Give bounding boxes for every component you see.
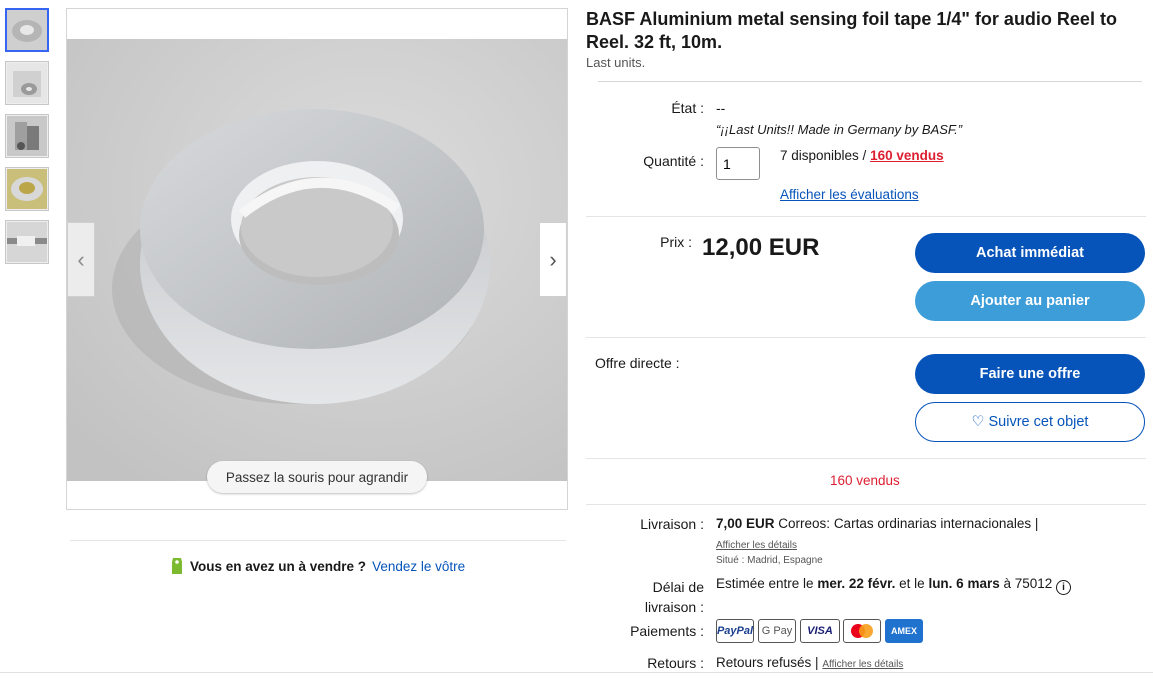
delivery-to: lun. 6 mars bbox=[928, 576, 1000, 591]
chevron-left-icon: ‹ bbox=[77, 246, 85, 272]
offer-label: Offre directe : bbox=[595, 355, 680, 371]
price-label: Prix : bbox=[660, 234, 692, 250]
watch-label: Suivre cet objet bbox=[988, 414, 1089, 430]
divider bbox=[586, 504, 1146, 505]
delivery-mid: et le bbox=[899, 576, 925, 591]
reviews-row: Afficher les évaluations bbox=[780, 187, 919, 202]
condition-label: État : bbox=[671, 100, 704, 116]
sold-link[interactable]: 160 vendus bbox=[870, 148, 944, 163]
thumbnail-strip bbox=[5, 8, 51, 273]
sell-question: Vous en avez un à vendre ? bbox=[190, 558, 367, 574]
available-count: 7 disponibles / bbox=[780, 148, 867, 163]
thumbnail-3[interactable] bbox=[5, 114, 49, 158]
divider bbox=[586, 337, 1146, 338]
delivery-suffix: à 75012 bbox=[1003, 576, 1053, 591]
returns-label: Retours : bbox=[647, 655, 704, 671]
returns-info: Retours refusés | Afficher les détails bbox=[716, 655, 903, 670]
watch-button[interactable]: ♡ Suivre cet objet bbox=[915, 402, 1145, 442]
reviews-link[interactable]: Afficher les évaluations bbox=[780, 187, 919, 202]
shipping-info: 7,00 EUR Correos: Cartas ordinarias inte… bbox=[716, 516, 1038, 531]
shipping-cost: 7,00 EUR bbox=[716, 516, 775, 531]
paypal-logo: PayPal bbox=[716, 619, 754, 643]
delivery-label: Délai de livraison : bbox=[620, 577, 704, 617]
thumbnail-1[interactable] bbox=[5, 8, 49, 52]
main-image-frame[interactable]: ‹ › Passez la souris pour agrandir bbox=[66, 8, 568, 510]
returns-value: Retours refusés | bbox=[716, 655, 819, 670]
seller-note: “¡¡Last Units!! Made in Germany by BASF.… bbox=[716, 122, 963, 137]
quantity-label: Quantité : bbox=[643, 153, 704, 169]
delivery-from: mer. 22 févr. bbox=[817, 576, 896, 591]
shipping-label: Livraison : bbox=[640, 516, 704, 532]
make-offer-button[interactable]: Faire une offre bbox=[915, 354, 1145, 394]
quantity-input[interactable] bbox=[716, 147, 760, 180]
divider bbox=[598, 81, 1142, 82]
previous-image-button[interactable]: ‹ bbox=[67, 222, 95, 297]
divider bbox=[586, 216, 1146, 217]
listing-subtitle: Last units. bbox=[586, 55, 646, 70]
add-to-cart-button[interactable]: Ajouter au panier bbox=[915, 281, 1145, 321]
shipping-service: Correos: Cartas ordinarias internacional… bbox=[778, 516, 1039, 531]
delivery-prefix: Estimée entre le bbox=[716, 576, 814, 591]
delivery-label-line1: Délai de bbox=[652, 579, 704, 595]
delivery-label-line2: livraison : bbox=[644, 599, 704, 615]
thumbnail-2[interactable] bbox=[5, 61, 49, 105]
product-image[interactable] bbox=[67, 39, 567, 481]
listing-title: BASF Aluminium metal sensing foil tape 1… bbox=[586, 9, 1117, 52]
gpay-logo: G Pay bbox=[758, 619, 796, 643]
price-tag-icon bbox=[172, 558, 182, 574]
chevron-right-icon: › bbox=[549, 246, 557, 272]
next-image-button[interactable]: › bbox=[539, 222, 567, 297]
item-location: Situé : Madrid, Espagne bbox=[716, 555, 823, 566]
thumbnail-5[interactable] bbox=[5, 220, 49, 264]
sold-count: 160 vendus bbox=[830, 473, 900, 488]
shipping-details-link[interactable]: Afficher les détails bbox=[716, 540, 797, 551]
payments-label: Paiements : bbox=[630, 623, 704, 639]
delivery-estimate: Estimée entre le mer. 22 févr. et le lun… bbox=[716, 576, 1072, 595]
visa-logo: VISA bbox=[800, 619, 840, 643]
divider bbox=[70, 540, 566, 541]
heart-icon: ♡ bbox=[971, 414, 985, 430]
mastercard-logo bbox=[843, 619, 881, 643]
shipping-details-row: Afficher les détails bbox=[716, 535, 797, 551]
returns-details-link[interactable]: Afficher les détails bbox=[822, 659, 903, 670]
buy-now-button[interactable]: Achat immédiat bbox=[915, 233, 1145, 273]
availability: 7 disponibles / 160 vendus bbox=[780, 148, 944, 163]
info-icon[interactable]: i bbox=[1056, 580, 1072, 595]
sell-yours-row: Vous en avez un à vendre ? Vendez le vôt… bbox=[170, 556, 465, 576]
condition-value: -- bbox=[716, 100, 726, 116]
zoom-hint: Passez la souris pour agrandir bbox=[207, 461, 427, 493]
divider bbox=[586, 458, 1146, 459]
amex-logo: AMEX bbox=[885, 619, 923, 643]
thumbnail-4[interactable] bbox=[5, 167, 49, 211]
sell-yours-link[interactable]: Vendez le vôtre bbox=[372, 559, 465, 574]
price-value: 12,00 EUR bbox=[702, 234, 820, 261]
divider bbox=[0, 672, 1153, 673]
